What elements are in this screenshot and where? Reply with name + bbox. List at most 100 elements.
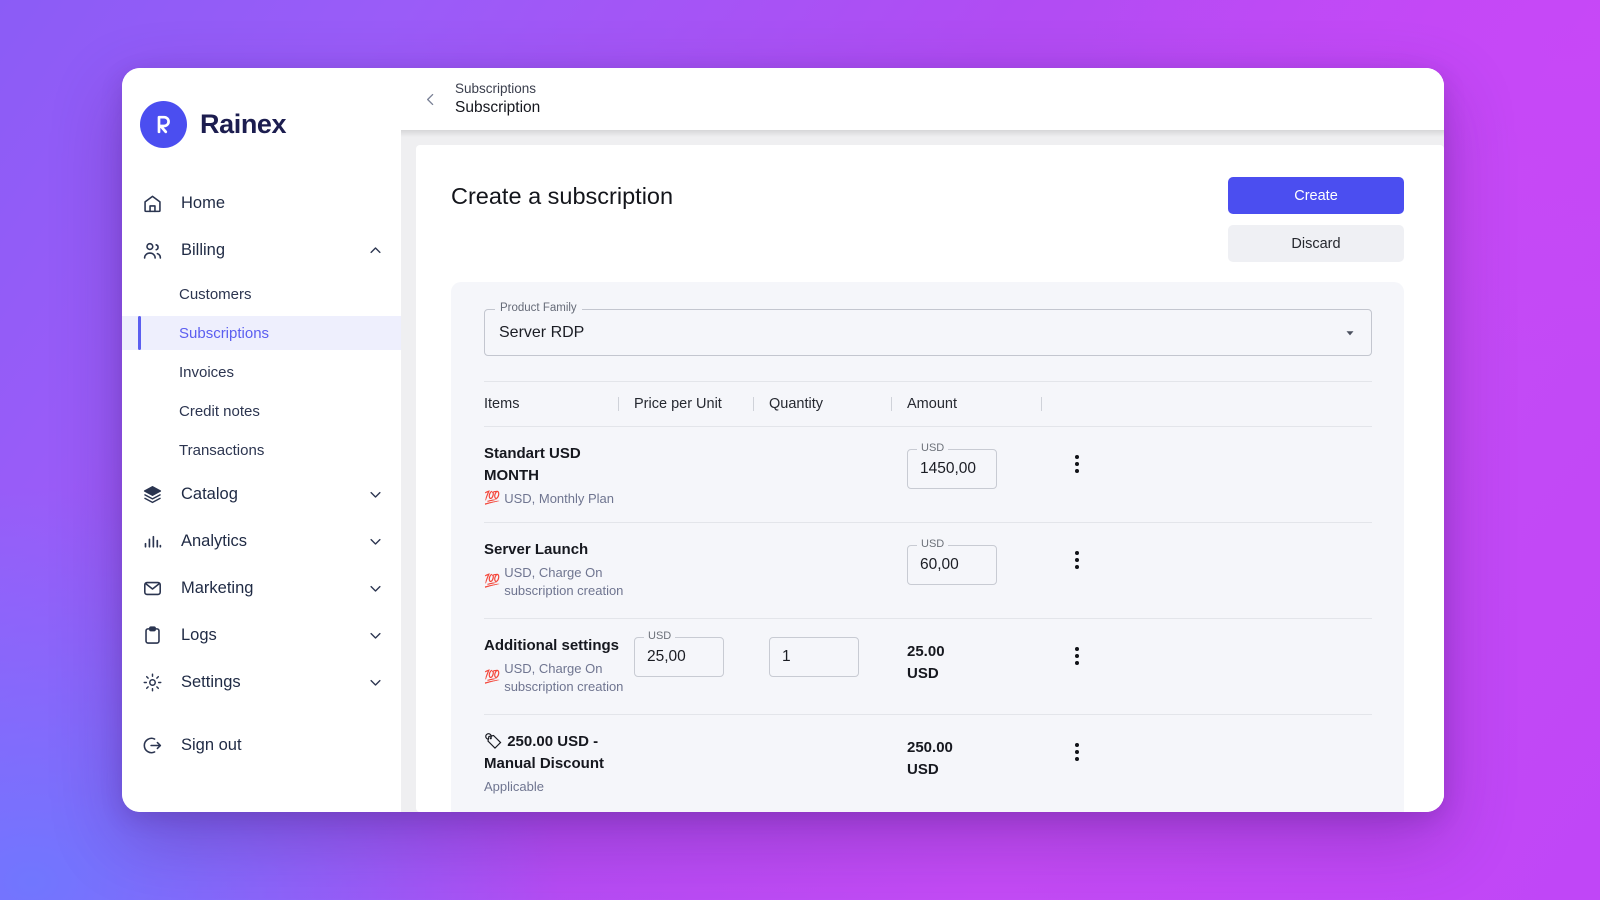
sidebar-item-label: Marketing bbox=[181, 578, 254, 597]
quantity-cell bbox=[769, 635, 907, 677]
table-row: Standart USD MONTH 💯 USD, Monthly Plan U… bbox=[484, 426, 1372, 522]
item-cell: Standart USD MONTH 💯 USD, Monthly Plan bbox=[484, 443, 634, 507]
app-window: Rainex Home Billing Customers Subscripti… bbox=[122, 68, 1444, 812]
item-subtitle: Applicable bbox=[484, 778, 634, 796]
price-input[interactable] bbox=[920, 556, 984, 574]
quantity-cell bbox=[769, 443, 907, 445]
quantity-input[interactable] bbox=[782, 648, 846, 666]
item-subtitle-text: Applicable bbox=[484, 778, 544, 794]
hundred-points-icon: 💯 bbox=[484, 669, 501, 685]
sidebar-item-label: Settings bbox=[181, 672, 241, 691]
signout-section: Sign out bbox=[122, 720, 401, 812]
sidebar-nav: Home Billing Customers Subscriptions Inv… bbox=[122, 156, 401, 720]
layers-icon bbox=[142, 484, 168, 505]
breadcrumb-current: Subscription bbox=[455, 98, 541, 116]
sidebar-subitem-label: Customers bbox=[179, 285, 252, 303]
quantity-input-wrapper[interactable] bbox=[769, 637, 859, 677]
sidebar-item-billing[interactable]: Billing bbox=[122, 228, 401, 272]
item-subtitle-text: USD, Monthly Plan bbox=[504, 490, 615, 506]
sidebar-item-home[interactable]: Home bbox=[122, 181, 401, 225]
content-area: Create a subscription Create Discard Pro… bbox=[401, 130, 1444, 812]
sidebar-item-transactions[interactable]: Transactions bbox=[122, 433, 401, 467]
back-button[interactable] bbox=[415, 84, 445, 114]
price-currency-label: USD bbox=[917, 539, 949, 550]
sidebar-item-marketing[interactable]: Marketing bbox=[122, 566, 401, 610]
chevron-down-icon[interactable] bbox=[367, 486, 383, 502]
sidebar-item-settings[interactable]: Settings bbox=[122, 660, 401, 704]
price-cell bbox=[634, 731, 769, 733]
home-icon bbox=[142, 193, 168, 214]
sidebar-item-analytics[interactable]: Analytics bbox=[122, 519, 401, 563]
item-name: Standart USD MONTH bbox=[484, 445, 581, 484]
sidebar-item-label: Sign out bbox=[181, 735, 242, 754]
price-input[interactable] bbox=[920, 460, 984, 478]
row-actions-cell bbox=[1057, 635, 1097, 669]
page-header: Create a subscription Create Discard bbox=[451, 177, 1404, 262]
chevron-down-icon[interactable] bbox=[367, 674, 383, 690]
bar-chart-icon bbox=[142, 531, 168, 552]
amount-value: 25.00 USD bbox=[907, 643, 945, 682]
page-title: Create a subscription bbox=[451, 183, 674, 209]
sidebar-item-invoices[interactable]: Invoices bbox=[122, 355, 401, 389]
item-cell: Additional settings 💯 USD, Charge On sub… bbox=[484, 635, 634, 696]
price-input-wrapper[interactable]: USD bbox=[634, 631, 724, 677]
page-card: Create a subscription Create Discard Pro… bbox=[416, 145, 1444, 812]
breadcrumb: Subscriptions Subscription bbox=[455, 80, 540, 118]
sidebar-item-sign-out[interactable]: Sign out bbox=[122, 723, 401, 767]
item-subtitle-text: USD, Charge On subscription creation bbox=[504, 660, 624, 694]
product-family-select[interactable]: Product Family Server RDP bbox=[484, 302, 1372, 356]
amount-value: 250.00 USD bbox=[907, 739, 953, 778]
sidebar-subitem-label: Credit notes bbox=[179, 402, 260, 420]
item-cell: Server Launch 💯 USD, Charge On subscript… bbox=[484, 539, 634, 600]
topbar: Subscriptions Subscription bbox=[401, 68, 1444, 130]
kebab-menu-icon[interactable] bbox=[1067, 643, 1087, 669]
column-header-items: Items bbox=[484, 396, 520, 412]
amount-cell: USD bbox=[907, 539, 1057, 585]
kebab-menu-icon[interactable] bbox=[1067, 547, 1087, 573]
item-cell: 🏷 250.00 USD - Manual Discount Applicabl… bbox=[484, 731, 634, 795]
sidebar: Rainex Home Billing Customers Subscripti… bbox=[122, 68, 401, 812]
price-input-wrapper[interactable]: USD bbox=[907, 539, 997, 585]
chevron-down-icon[interactable] bbox=[1343, 326, 1357, 340]
kebab-menu-icon[interactable] bbox=[1067, 451, 1087, 477]
gear-icon bbox=[142, 672, 168, 693]
sidebar-item-label: Home bbox=[181, 193, 226, 212]
sidebar-item-label: Catalog bbox=[181, 484, 238, 503]
create-button[interactable]: Create bbox=[1228, 177, 1404, 214]
sign-out-icon bbox=[142, 735, 168, 756]
sidebar-item-subscriptions[interactable]: Subscriptions bbox=[122, 316, 401, 350]
quantity-cell bbox=[769, 539, 907, 541]
item-subtitle: 💯 USD, Monthly Plan bbox=[484, 490, 634, 508]
row-actions-cell bbox=[1057, 443, 1097, 477]
price-input[interactable] bbox=[647, 648, 711, 666]
rainex-logo-icon bbox=[140, 100, 187, 148]
chevron-down-icon[interactable] bbox=[367, 533, 383, 549]
chevron-down-icon[interactable] bbox=[367, 580, 383, 596]
kebab-menu-icon[interactable] bbox=[1067, 739, 1087, 765]
amount-cell: 250.00 USD bbox=[907, 731, 1057, 781]
item-name: 🏷 250.00 USD - Manual Discount bbox=[484, 733, 605, 772]
item-subtitle-text: USD, Charge On subscription creation bbox=[504, 564, 624, 598]
chevron-down-icon[interactable] bbox=[367, 627, 383, 643]
column-header-price-per-unit: Price per Unit bbox=[634, 382, 769, 426]
brand-logo[interactable]: Rainex bbox=[122, 68, 401, 156]
sidebar-subitem-label: Transactions bbox=[179, 441, 265, 459]
item-name: Server Launch bbox=[484, 541, 589, 558]
sidebar-subitem-label: Invoices bbox=[179, 363, 235, 381]
envelope-icon bbox=[142, 578, 168, 599]
sidebar-item-catalog[interactable]: Catalog bbox=[122, 472, 401, 516]
sidebar-item-credit-notes[interactable]: Credit notes bbox=[122, 394, 401, 428]
chevron-up-icon[interactable] bbox=[367, 242, 383, 258]
breadcrumb-parent[interactable]: Subscriptions bbox=[455, 80, 540, 98]
brand-name: Rainex bbox=[200, 108, 287, 139]
price-input-wrapper[interactable]: USD bbox=[907, 443, 997, 489]
discard-button[interactable]: Discard bbox=[1228, 225, 1404, 262]
quantity-cell bbox=[769, 731, 907, 733]
amount-cell: USD bbox=[907, 443, 1057, 489]
sidebar-item-label: Logs bbox=[181, 625, 217, 644]
column-header-amount: Amount bbox=[907, 382, 1057, 426]
sidebar-item-logs[interactable]: Logs bbox=[122, 613, 401, 657]
sidebar-item-customers[interactable]: Customers bbox=[122, 277, 401, 311]
clipboard-icon bbox=[142, 625, 168, 646]
